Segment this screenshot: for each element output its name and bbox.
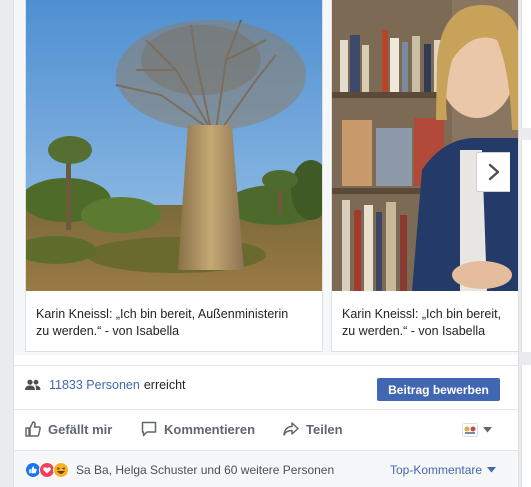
comment-label: Kommentieren (164, 421, 256, 437)
baobab-photo[interactable] (26, 0, 322, 291)
share-button[interactable]: Teilen (282, 420, 343, 438)
post-actions: Gefällt mir Kommentieren Teilen (14, 409, 518, 451)
reach-row: 11833 Personen erreicht Beitrag bewerben (14, 365, 518, 410)
share-label: Teilen (306, 421, 343, 437)
love-reaction-icon (39, 462, 55, 478)
like-button[interactable]: Gefällt mir (24, 420, 112, 438)
page-avatar-icon (462, 423, 478, 437)
top-comments-label: Top-Kommentare (390, 463, 483, 477)
promote-post-button[interactable]: Beitrag bewerben (377, 378, 500, 401)
card-caption[interactable]: Karin Kneissl: „Ich bin bereit, Außenmin… (36, 306, 314, 340)
comment-icon (140, 420, 158, 438)
portrait-photo[interactable] (332, 0, 518, 291)
carousel-card[interactable]: Karin Kneissl: „Ich bin bereit, Außenmin… (25, 0, 323, 352)
chevron-right-icon (487, 163, 501, 181)
adjacent-card-edge (521, 365, 531, 487)
adjacent-card-edge (521, 140, 531, 352)
reach-summary: 11833 Personen erreicht (25, 378, 186, 392)
haha-reaction-icon (53, 462, 69, 478)
image-carousel: Karin Kneissl: „Ich bin bereit, Außenmin… (14, 0, 518, 355)
share-icon (282, 420, 300, 438)
thumbs-up-icon (24, 420, 42, 438)
adjacent-card-edge (521, 0, 531, 128)
top-comments-dropdown[interactable]: Top-Kommentare (390, 463, 497, 477)
reactions-summary: Sa Ba, Helga Schuster und 60 weitere Per… (14, 451, 518, 487)
post-card: Karin Kneissl: „Ich bin bereit, Außenmin… (13, 0, 519, 487)
reaction-icons[interactable] (25, 462, 73, 478)
reaction-names-link[interactable]: Sa Ba, Helga Schuster und 60 weitere Per… (76, 463, 334, 477)
reach-suffix: erreicht (143, 378, 186, 392)
page-selector[interactable] (462, 423, 492, 437)
chevron-down-icon (483, 427, 492, 433)
people-icon (25, 379, 41, 391)
like-label: Gefällt mir (48, 421, 113, 437)
chevron-down-icon (487, 467, 497, 473)
reach-count-link[interactable]: 11833 Personen (49, 378, 140, 392)
carousel-next-button[interactable] (476, 152, 510, 192)
like-reaction-icon (25, 462, 41, 478)
comment-button[interactable]: Kommentieren (140, 420, 255, 438)
card-caption[interactable]: Karin Kneissl: „Ich bin bereit, zu werde… (342, 306, 512, 340)
